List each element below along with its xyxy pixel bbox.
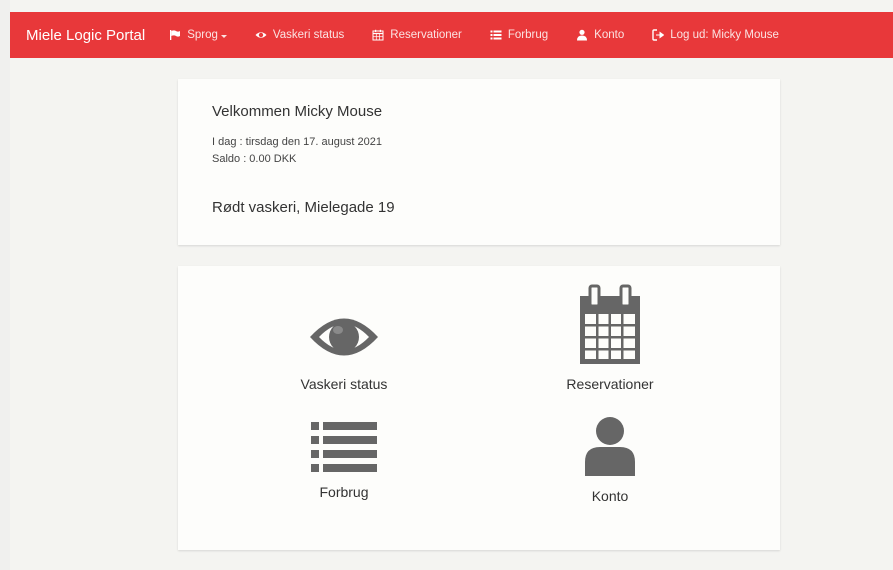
menu-card: Vaskeri status Reservationer Forbrug Kon… [178, 266, 780, 550]
tile-consumption[interactable]: Forbrug [234, 420, 454, 500]
laundry-name: Rødt vaskeri, Mielegade 19 [212, 199, 395, 216]
user-icon [577, 29, 588, 41]
nav-account-label: Konto [594, 29, 625, 41]
nav-logout-label: Log ud: Micky Mouse [670, 29, 779, 41]
nav-reservations-label: Reservationer [390, 29, 462, 41]
tile-account-label: Konto [591, 488, 629, 504]
tile-account[interactable]: Konto [500, 416, 720, 504]
current-date: I dag : tirsdag den 17. august 2021 [212, 136, 383, 148]
tile-reservations[interactable]: Reservationer [500, 284, 720, 392]
nav-laundry-status-label: Vaskeri status [272, 29, 345, 41]
nav-logout[interactable]: Log ud: Micky Mouse [652, 29, 779, 41]
nav-language-label: Sprog [187, 29, 218, 41]
nav-language-dropdown[interactable]: Sprog [169, 29, 227, 41]
nav-laundry-status[interactable]: Vaskeri status [255, 29, 344, 41]
logout-icon [652, 29, 665, 41]
balance: Saldo : 0.00 DKK [212, 153, 297, 165]
brand-link[interactable]: Miele Logic Portal [26, 27, 145, 44]
top-navbar: Miele Logic Portal Sprog Vaskeri status … [10, 12, 893, 58]
window-left-edge [0, 0, 10, 570]
caret-down-icon [220, 34, 227, 38]
nav-consumption-label: Forbrug [507, 29, 549, 41]
tile-reservations-label: Reservationer [566, 376, 654, 392]
eye-icon [255, 32, 267, 38]
nav-account[interactable]: Konto [576, 29, 624, 41]
calendar-icon [372, 29, 384, 41]
calendar-icon [580, 284, 640, 364]
user-icon [585, 417, 635, 476]
tile-consumption-label: Forbrug [319, 484, 369, 500]
tile-laundry-status[interactable]: Vaskeri status [234, 308, 454, 392]
tile-laundry-status-label: Vaskeri status [300, 376, 388, 392]
list-icon [311, 422, 377, 472]
nav-reservations[interactable]: Reservationer [372, 29, 462, 41]
flag-icon [170, 30, 181, 40]
welcome-title: Velkommen Micky Mouse [212, 103, 383, 120]
nav-consumption[interactable]: Forbrug [490, 29, 548, 41]
list-icon [490, 30, 502, 40]
welcome-card: Velkommen Micky Mouse I dag : tirsdag de… [178, 79, 780, 245]
eye-icon [310, 318, 378, 356]
